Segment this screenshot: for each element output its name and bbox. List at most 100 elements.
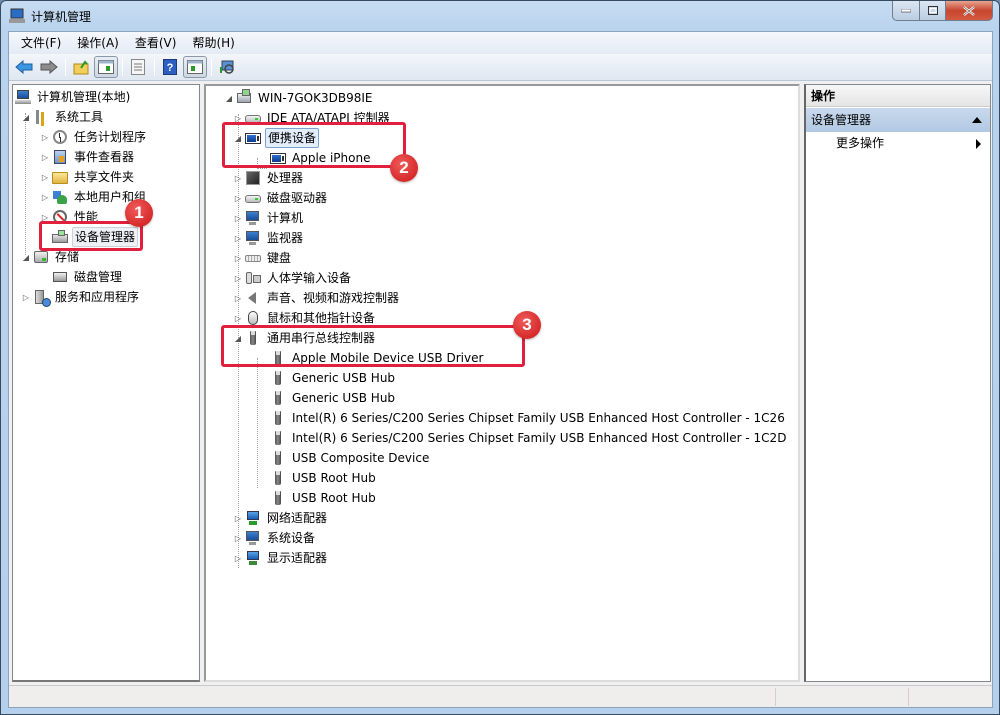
tree-item-computer-management-local[interactable]: 计算机管理(本地) [15,87,132,107]
computer-management-icon [9,8,25,24]
expand-icon[interactable]: ▷ [233,213,243,223]
expand-icon[interactable]: ▷ [233,513,243,523]
device-category-processors[interactable]: ▷ 处理器 [233,168,305,188]
back-button[interactable] [12,56,36,78]
up-one-level-button[interactable] [69,56,93,78]
device-usb-item[interactable]: Generic USB Hub [270,388,397,408]
menu-help[interactable]: 帮助(H) [186,33,240,53]
device-tree-root[interactable]: ◢ WIN-7GOK3DB98IE [224,88,374,108]
action-section-device-manager[interactable]: 设备管理器 [806,108,990,132]
clock-icon [52,129,68,145]
show-hide-action-pane-button[interactable] [183,56,207,78]
device-category-network-adapters[interactable]: ▷ 网络适配器 [233,508,329,528]
menu-view[interactable]: 查看(V) [129,33,183,53]
device-category-hid[interactable]: ▷ 人体学输入设备 [233,268,353,288]
device-category-disk-drives[interactable]: ▷ 磁盘驱动器 [233,188,329,208]
computer-server-icon [236,89,252,106]
step-badge-3: 3 [513,311,541,339]
expand-icon[interactable]: ▷ [233,273,243,283]
menu-file[interactable]: 文件(F) [15,33,67,53]
forward-button[interactable] [37,56,61,78]
minimize-button[interactable] [892,1,920,21]
device-usb-item[interactable]: Generic USB Hub [270,368,397,388]
device-usb-item[interactable]: USB Root Hub [270,468,378,488]
expand-icon[interactable]: ▷ [40,172,50,182]
minimize-icon [901,8,911,12]
expand-icon[interactable]: ▷ [233,253,243,263]
action-section-label: 设备管理器 [811,113,872,127]
display-adapter-icon [245,550,261,566]
menu-bar: 文件(F) 操作(A) 查看(V) 帮助(H) [9,32,992,54]
tree-item-shared-folders[interactable]: ▷ 共享文件夹 [40,167,136,187]
status-cell [775,688,908,706]
monitor-icon [245,230,261,246]
keyboard-icon [245,250,261,266]
title-bar[interactable]: 计算机管理 [1,1,999,31]
device-category-sound-video-game[interactable]: ▷ 声音、视频和游戏控制器 [233,288,401,308]
collapse-icon[interactable]: ◢ [21,112,31,122]
status-bar [9,685,992,707]
device-category-system-devices[interactable]: ▷ 系统设备 [233,528,317,548]
forward-arrow-icon [40,60,58,74]
show-hide-console-tree-button[interactable] [94,56,118,78]
scan-hardware-icon [220,60,234,74]
collapse-section-icon[interactable] [972,117,982,123]
show-hide-action-pane-icon [187,60,203,74]
properties-button[interactable] [126,56,150,78]
device-usb-item[interactable]: USB Composite Device [270,448,431,468]
help-button[interactable]: ? [158,56,182,78]
expand-icon[interactable]: ▷ [233,233,243,243]
device-usb-item[interactable]: Intel(R) 6 Series/C200 Series Chipset Fa… [270,408,787,428]
properties-icon [131,59,145,75]
tree-item-system-tools[interactable]: ◢ 系统工具 [21,107,105,127]
collapse-icon[interactable]: ◢ [224,93,234,103]
collapse-icon[interactable]: ◢ [21,252,31,262]
menu-action[interactable]: 操作(A) [71,33,125,53]
device-category-monitors[interactable]: ▷ 监视器 [233,228,305,248]
expand-icon[interactable]: ▷ [21,292,31,302]
highlight-box-device-manager [39,221,143,251]
usb-icon [270,450,286,466]
highlight-box-portable-devices [222,122,406,168]
expand-icon[interactable]: ▷ [233,313,243,323]
toolbar-separator [122,58,123,76]
close-button[interactable] [946,1,993,21]
toolbar-separator [154,58,155,76]
usb-icon [270,430,286,446]
expand-icon[interactable]: ▷ [233,193,243,203]
expand-icon[interactable]: ▷ [233,553,243,563]
action-more-actions[interactable]: 更多操作 [806,132,990,156]
usb-icon [270,370,286,386]
show-hide-console-tree-icon [98,60,114,74]
scan-hardware-button[interactable] [215,56,239,78]
device-category-keyboards[interactable]: ▷ 键盘 [233,248,293,268]
speaker-icon [245,290,261,306]
tree-item-disk-management[interactable]: 磁盘管理 [52,267,124,287]
maximize-icon [927,6,938,15]
tree-item-task-scheduler[interactable]: ▷ 任务计划程序 [40,127,148,147]
expand-icon[interactable]: ▷ [233,293,243,303]
svg-text:?: ? [167,62,174,74]
expand-icon[interactable]: ▷ [40,152,50,162]
expand-icon[interactable]: ▷ [40,192,50,202]
tree-item-services-applications[interactable]: ▷ 服务和应用程序 [21,287,141,307]
window-title: 计算机管理 [31,10,92,24]
up-folder-icon [73,60,89,75]
maximize-button[interactable] [920,1,946,21]
device-usb-item[interactable]: USB Root Hub [270,488,378,508]
device-category-display-adapters[interactable]: ▷ 显示适配器 [233,548,329,568]
expand-icon[interactable]: ▷ [40,132,50,142]
device-category-computer[interactable]: ▷ 计算机 [233,208,305,228]
hid-icon [245,270,261,286]
device-tree-pane: ◢ WIN-7GOK3DB98IE ▷ IDE ATA/ATAPI 控制器 ◢ … [204,84,800,682]
expand-icon[interactable]: ▷ [233,533,243,543]
event-viewer-icon [52,149,68,165]
tree-item-event-viewer[interactable]: ▷ 事件查看器 [40,147,136,167]
toolbar-separator [211,58,212,76]
network-adapter-icon [245,510,261,526]
action-pane: 操作 设备管理器 更多操作 [804,84,991,682]
highlight-box-usb-driver [221,325,525,367]
device-usb-item[interactable]: Intel(R) 6 Series/C200 Series Chipset Fa… [270,428,788,448]
expand-icon[interactable]: ▷ [233,173,243,183]
step-badge-2: 2 [390,154,418,182]
